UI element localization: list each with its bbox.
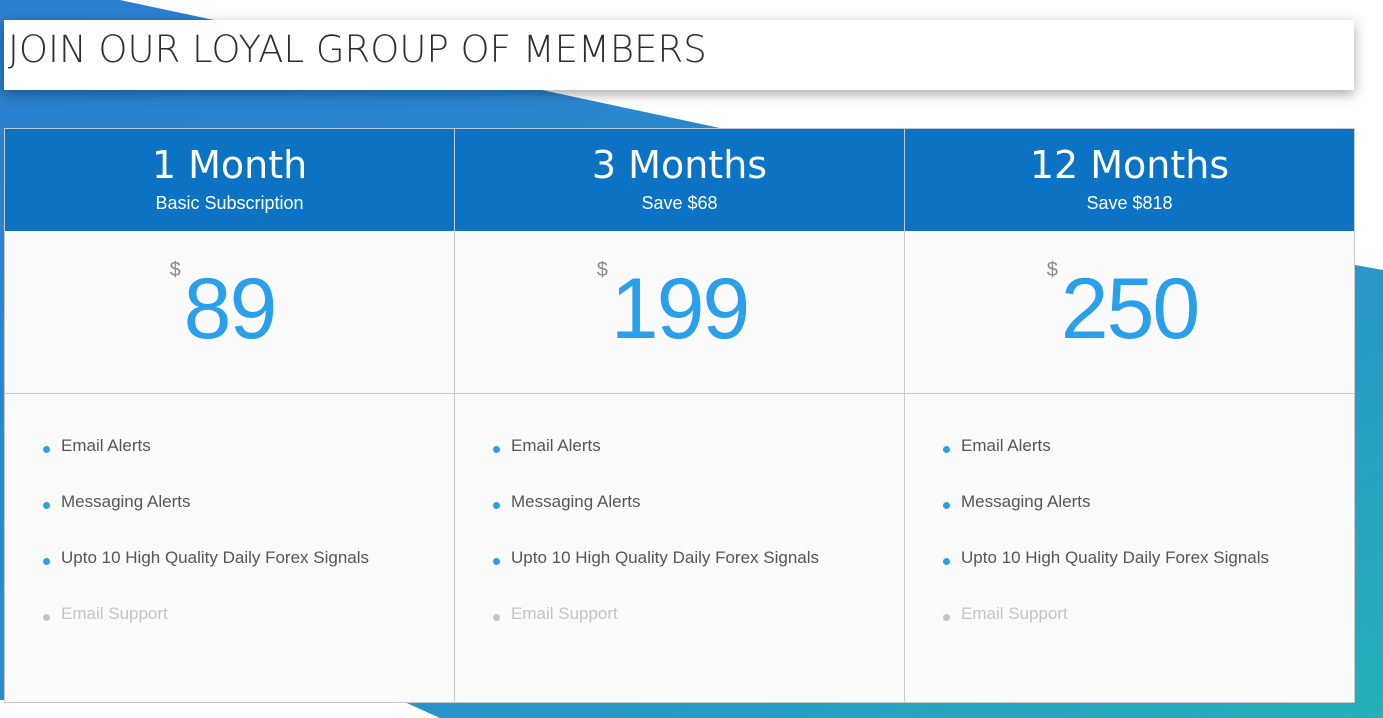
plan-header: 3 Months Save $68 [455,129,904,231]
feature-item-forex-signals: Upto 10 High Quality Daily Forex Signals [493,544,904,600]
bullet-dot-icon [43,558,50,565]
feature-label: Email Alerts [511,436,601,455]
bullet-dot-icon [43,614,50,621]
currency-symbol: $ [169,259,181,281]
feature-label: Email Support [961,604,1068,623]
feature-item-email-support: Email Support [943,600,1354,656]
plan-header: 12 Months Save $818 [905,129,1354,231]
plan-header: 1 Month Basic Subscription [5,129,454,231]
bullet-dot-icon [943,446,950,453]
pricing-page: JOIN OUR LOYAL GROUP OF MEMBERS 1 Month … [0,0,1383,718]
bullet-dot-icon [493,502,500,509]
feature-item-forex-signals: Upto 10 High Quality Daily Forex Signals [43,544,454,600]
feature-list: Email Alerts Messaging Alerts Upto 10 Hi… [455,394,904,656]
feature-label: Email Alerts [61,436,151,455]
feature-item-email-alerts: Email Alerts [493,432,904,488]
feature-item-forex-signals: Upto 10 High Quality Daily Forex Signals [943,544,1354,600]
feature-item-email-support: Email Support [43,600,454,656]
price: $ 89 [170,259,278,359]
price-amount: 199 [610,261,750,357]
plan-subtitle: Save $68 [641,193,718,213]
currency-symbol: $ [1046,259,1058,281]
plan-card-1-month[interactable]: 1 Month Basic Subscription $ 89 Email Al… [4,128,454,703]
feature-label: Email Support [61,604,168,623]
feature-label: Email Support [511,604,618,623]
feature-label: Upto 10 High Quality Daily Forex Signals [511,548,820,567]
feature-label: Messaging Alerts [961,492,1091,511]
bullet-dot-icon [43,502,50,509]
feature-label: Email Alerts [961,436,1051,455]
feature-list: Email Alerts Messaging Alerts Upto 10 Hi… [905,394,1354,656]
plan-title: 3 Months [591,143,768,187]
feature-label: Upto 10 High Quality Daily Forex Signals [961,548,1270,567]
plan-card-3-months[interactable]: 3 Months Save $68 $ 199 Email Alerts Mes… [454,128,904,703]
plan-subtitle: Basic Subscription [155,193,304,213]
bullet-dot-icon [493,614,500,621]
plan-card-12-months[interactable]: 12 Months Save $818 $ 250 Email Alerts M… [904,128,1355,703]
plan-subtitle: Save $818 [1086,193,1173,213]
plan-price-block: $ 199 [455,231,904,394]
feature-label: Messaging Alerts [511,492,641,511]
feature-label: Messaging Alerts [61,492,191,511]
feature-list: Email Alerts Messaging Alerts Upto 10 Hi… [5,394,454,656]
feature-label: Upto 10 High Quality Daily Forex Signals [61,548,370,567]
bullet-dot-icon [943,614,950,621]
price: $ 199 [597,259,750,359]
bullet-dot-icon [493,558,500,565]
feature-item-messaging-alerts: Messaging Alerts [493,488,904,544]
plan-title: 1 Month [151,143,308,187]
price: $ 250 [1047,259,1200,359]
bullet-dot-icon [493,446,500,453]
pricing-plans: 1 Month Basic Subscription $ 89 Email Al… [4,128,1355,703]
feature-item-messaging-alerts: Messaging Alerts [943,488,1354,544]
plan-price-block: $ 89 [5,231,454,394]
currency-symbol: $ [596,259,608,281]
feature-item-messaging-alerts: Messaging Alerts [43,488,454,544]
feature-item-email-alerts: Email Alerts [43,432,454,488]
bullet-dot-icon [43,446,50,453]
plan-price-block: $ 250 [905,231,1354,394]
feature-item-email-alerts: Email Alerts [943,432,1354,488]
bullet-dot-icon [943,558,950,565]
page-title: JOIN OUR LOYAL GROUP OF MEMBERS [8,28,707,71]
feature-item-email-support: Email Support [493,600,904,656]
price-amount: 89 [183,261,278,357]
price-amount: 250 [1060,261,1200,357]
plan-title: 12 Months [1029,143,1230,187]
bullet-dot-icon [943,502,950,509]
